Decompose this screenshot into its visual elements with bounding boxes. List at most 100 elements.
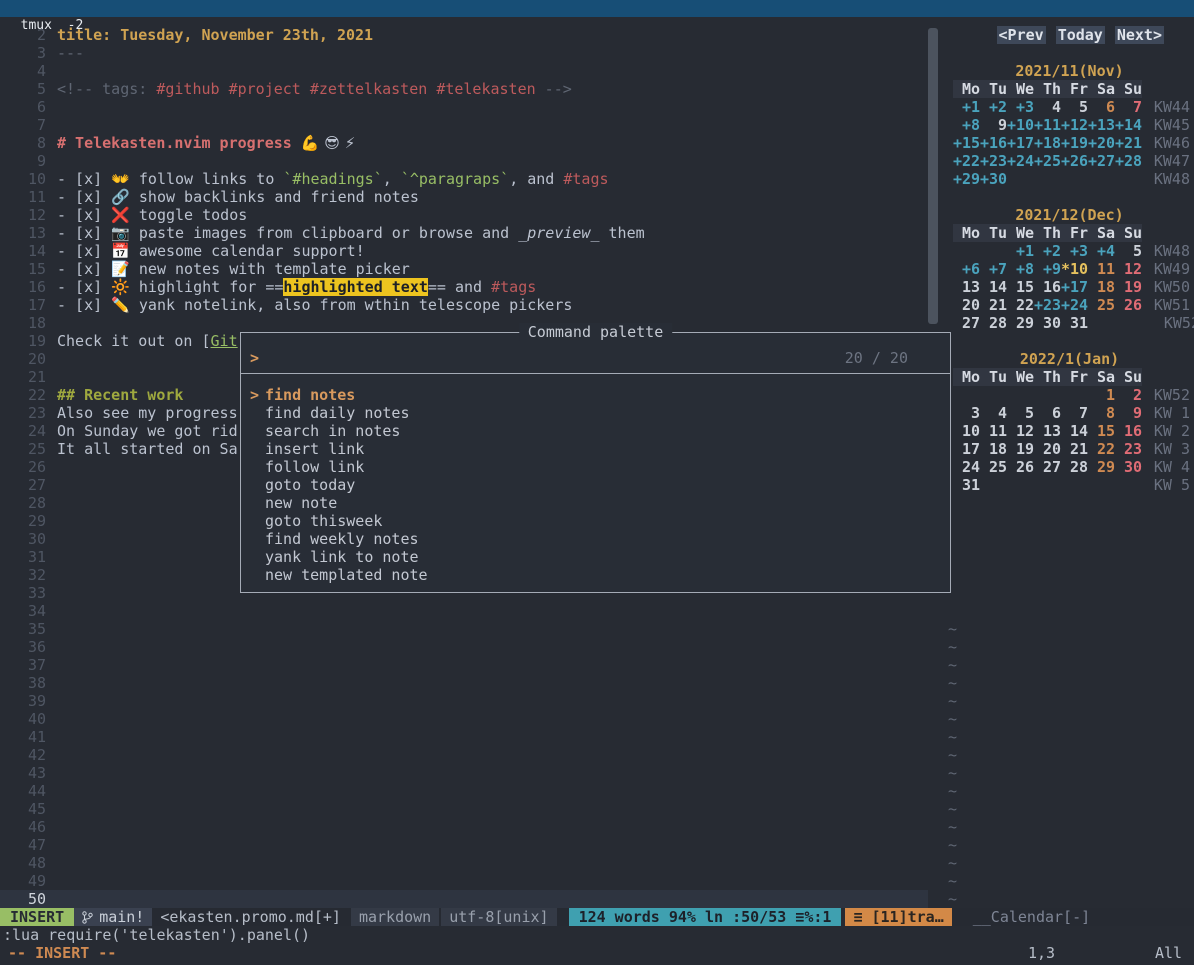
calendar-day[interactable]: +23 xyxy=(1034,296,1061,314)
calendar-day[interactable]: +30 xyxy=(980,170,1007,188)
calendar-day[interactable]: +21 xyxy=(1115,134,1142,152)
editor-line[interactable]: 42 xyxy=(0,746,928,764)
calendar-day[interactable]: 12 xyxy=(1007,422,1034,440)
editor-line[interactable]: 10- [x] 👐 follow links to `#headings`, `… xyxy=(0,170,928,188)
calendar-day[interactable]: 11 xyxy=(1088,260,1115,278)
calendar-day[interactable]: 9 xyxy=(980,116,1007,134)
calendar-day[interactable]: +3 xyxy=(1007,98,1034,116)
calendar-day[interactable]: +3 xyxy=(1061,242,1088,260)
editor-line[interactable]: 41 xyxy=(0,728,928,746)
calendar-day[interactable]: 16 xyxy=(1034,278,1061,296)
calendar-day[interactable]: 2 xyxy=(1115,386,1142,404)
calendar-day[interactable]: 7 xyxy=(1061,404,1088,422)
palette-item[interactable]: search in notes xyxy=(241,422,950,440)
palette-item[interactable]: new templated note xyxy=(241,566,950,584)
editor-line[interactable]: 49 xyxy=(0,872,928,890)
calendar-day[interactable]: 28 xyxy=(1061,458,1088,476)
editor-line[interactable]: 4 xyxy=(0,62,928,80)
calendar-day[interactable]: +29 xyxy=(953,170,980,188)
calendar-day[interactable]: 18 xyxy=(1088,278,1115,296)
command-palette[interactable]: Command palette > 20 / 20 >find notesfin… xyxy=(240,332,951,593)
calendar-day[interactable]: 26 xyxy=(1007,458,1034,476)
calendar-day[interactable]: +6 xyxy=(953,260,980,278)
calendar-day[interactable]: +16 xyxy=(980,134,1007,152)
calendar-day[interactable]: 4 xyxy=(1034,98,1061,116)
calendar-day[interactable]: 13 xyxy=(1034,422,1061,440)
calendar-day[interactable]: 29 xyxy=(1007,314,1034,332)
editor-line[interactable]: 11- [x] 🔗 show backlinks and friend note… xyxy=(0,188,928,206)
calendar-day[interactable]: 16 xyxy=(1115,422,1142,440)
calendar-day[interactable]: 21 xyxy=(980,296,1007,314)
calendar-day[interactable]: +27 xyxy=(1088,152,1115,170)
palette-item[interactable]: goto today xyxy=(241,476,950,494)
calendar-day[interactable]: 10 xyxy=(953,422,980,440)
calendar-day[interactable]: 5 xyxy=(1115,242,1142,260)
editor-line[interactable]: 35 xyxy=(0,620,928,638)
calendar-day[interactable]: +24 xyxy=(1061,296,1088,314)
calendar-day[interactable]: 4 xyxy=(980,404,1007,422)
calendar-day[interactable]: +13 xyxy=(1088,116,1115,134)
calendar-day[interactable]: 30 xyxy=(1115,458,1142,476)
calendar-day[interactable]: 21 xyxy=(1061,440,1088,458)
palette-item[interactable]: goto thisweek xyxy=(241,512,950,530)
editor-line[interactable]: 2title: Tuesday, November 23th, 2021 xyxy=(0,26,928,44)
calendar-day[interactable]: 20 xyxy=(953,296,980,314)
calendar-day[interactable]: +8 xyxy=(953,116,980,134)
calendar-pane[interactable]: <PrevTodayNext> 2021/11(Nov)MoTuWeThFrSa… xyxy=(945,17,1194,908)
calendar-day[interactable]: +28 xyxy=(1115,152,1142,170)
calendar-day[interactable]: 5 xyxy=(1007,404,1034,422)
calendar-day[interactable]: +7 xyxy=(980,260,1007,278)
calendar-day[interactable]: 27 xyxy=(953,314,980,332)
calendar-day[interactable]: +22 xyxy=(953,152,980,170)
editor-line[interactable]: 16- [x] 🔆 highlight for ==highlighted te… xyxy=(0,278,928,296)
calendar-nav-next-button[interactable]: Next> xyxy=(1115,26,1164,44)
calendar-day[interactable]: 20 xyxy=(1034,440,1061,458)
calendar-day[interactable]: 6 xyxy=(1088,98,1115,116)
calendar-day[interactable]: 8 xyxy=(1088,404,1115,422)
editor-line[interactable]: 39 xyxy=(0,692,928,710)
editor-line[interactable]: 36 xyxy=(0,638,928,656)
calendar-nav-prev-button[interactable]: <Prev xyxy=(997,26,1046,44)
calendar-day[interactable]: +17 xyxy=(1061,278,1088,296)
calendar-day[interactable]: 26 xyxy=(1115,296,1142,314)
scrollbar-thumb[interactable] xyxy=(928,28,938,324)
calendar-day[interactable]: +19 xyxy=(1061,134,1088,152)
calendar-day[interactable]: 30 xyxy=(1034,314,1061,332)
editor-line[interactable]: 8# Telekasten.nvim progress 💪 😎 ⚡ xyxy=(0,134,928,152)
calendar-day[interactable]: 24 xyxy=(953,458,980,476)
editor-line[interactable]: 45 xyxy=(0,800,928,818)
calendar-day[interactable]: 25 xyxy=(1088,296,1115,314)
calendar-day[interactable]: 27 xyxy=(1034,458,1061,476)
calendar-day[interactable]: 12 xyxy=(1115,260,1142,278)
palette-item[interactable]: find daily notes xyxy=(241,404,950,422)
palette-item[interactable]: >find notes xyxy=(241,386,950,404)
editor-line[interactable]: 50 xyxy=(0,890,928,908)
calendar-day[interactable]: +2 xyxy=(980,98,1007,116)
calendar-day[interactable]: 1 xyxy=(1088,386,1115,404)
editor-line[interactable]: 34 xyxy=(0,602,928,620)
palette-item[interactable]: insert link xyxy=(241,440,950,458)
editor-line[interactable]: 48 xyxy=(0,854,928,872)
calendar-day[interactable]: +18 xyxy=(1034,134,1061,152)
calendar-day[interactable]: +14 xyxy=(1115,116,1142,134)
calendar-day[interactable]: 18 xyxy=(980,440,1007,458)
calendar-day[interactable]: 17 xyxy=(953,440,980,458)
calendar-day[interactable]: 13 xyxy=(953,278,980,296)
calendar-day[interactable]: +15 xyxy=(953,134,980,152)
calendar-day[interactable]: +4 xyxy=(1088,242,1115,260)
calendar-day[interactable]: 9 xyxy=(1115,404,1142,422)
editor-line[interactable]: 40 xyxy=(0,710,928,728)
calendar-day[interactable]: +12 xyxy=(1061,116,1088,134)
calendar-day[interactable]: 22 xyxy=(1088,440,1115,458)
calendar-day[interactable]: +1 xyxy=(953,98,980,116)
calendar-day[interactable]: 28 xyxy=(980,314,1007,332)
calendar-day[interactable]: +20 xyxy=(1088,134,1115,152)
editor-line[interactable]: 38 xyxy=(0,674,928,692)
editor-line[interactable]: 47 xyxy=(0,836,928,854)
calendar-day[interactable]: +2 xyxy=(1034,242,1061,260)
editor-line[interactable]: 3--- xyxy=(0,44,928,62)
calendar-nav-today-button[interactable]: Today xyxy=(1056,26,1105,44)
calendar-day[interactable]: 22 xyxy=(1007,296,1034,314)
editor-line[interactable]: 6 xyxy=(0,98,928,116)
calendar-day[interactable]: 3 xyxy=(953,404,980,422)
